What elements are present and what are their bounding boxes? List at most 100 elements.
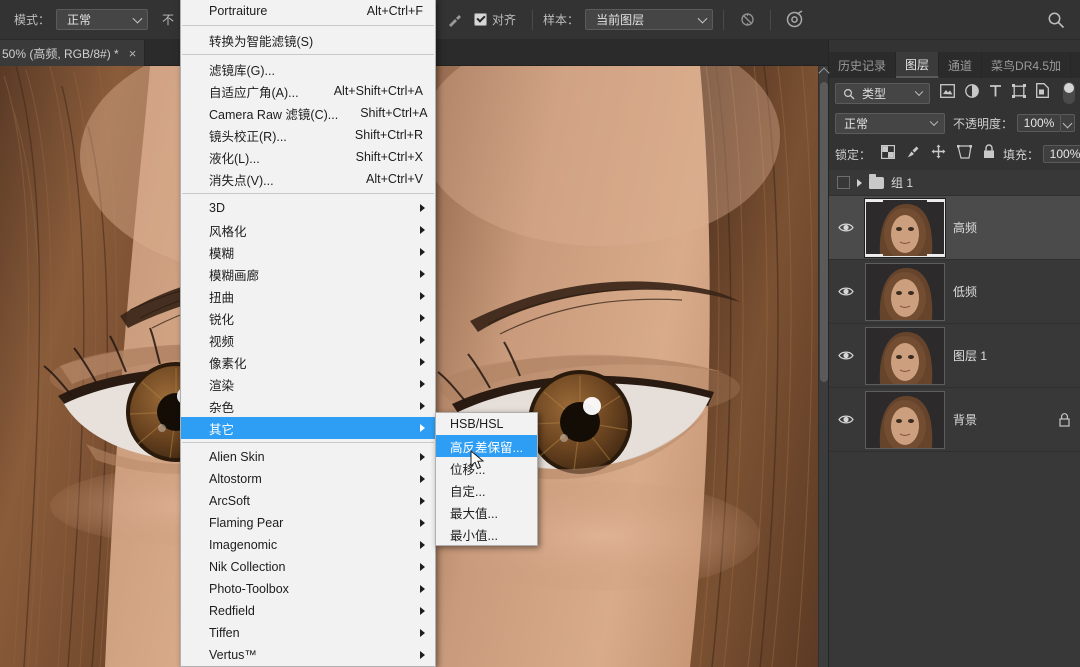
submenu-item-offset[interactable]: 位移...: [436, 457, 537, 479]
opacity-label: 不: [162, 13, 175, 27]
menu-item-liquify[interactable]: 液化(L)... Shift+Ctrl+X: [181, 146, 435, 168]
tab-layers[interactable]: 图层: [896, 52, 940, 78]
filter-menu[interactable]: Portraiture Alt+Ctrl+F 转换为智能滤镜(S) 滤镜库(G)…: [180, 0, 436, 667]
menu-item-adaptive-wide-angle[interactable]: 自适应广角(A)... Alt+Shift+Ctrl+A: [181, 80, 435, 102]
airbrush-target-icon[interactable]: [781, 7, 807, 33]
menu-item-sharpen[interactable]: 锐化: [181, 307, 435, 329]
menu-item-render[interactable]: 渲染: [181, 373, 435, 395]
menu-item-nik-collection[interactable]: Nik Collection: [181, 556, 435, 578]
layer-thumbnail: [865, 262, 945, 321]
tab-plugin-dr45[interactable]: 菜鸟DR4.5加: [982, 52, 1072, 78]
group-visibility-toggle[interactable]: [837, 176, 850, 189]
layer-thumbnail-cell[interactable]: [863, 390, 947, 449]
menu-item-stylize[interactable]: 风格化: [181, 219, 435, 241]
tab-history[interactable]: 历史记录: [829, 52, 897, 78]
layer-thumbnail: [864, 197, 946, 258]
layer-visibility-toggle[interactable]: [829, 414, 863, 425]
layer-group-row[interactable]: 组 1: [829, 170, 1080, 196]
lock-artboard-icon[interactable]: [957, 144, 973, 164]
menu-item-3d[interactable]: 3D: [181, 197, 435, 219]
layer-kind-select[interactable]: 类型: [835, 82, 930, 104]
menu-item-lens-correction[interactable]: 镜头校正(R)... Shift+Ctrl+R: [181, 124, 435, 146]
other-filters-submenu[interactable]: HSB/HSL 高反差保留... 位移... 自定... 最大值... 最小值.…: [435, 412, 538, 546]
layer-thumbnail-cell[interactable]: [863, 197, 947, 258]
menu-item-convert-smart-filter[interactable]: 转换为智能滤镜(S): [181, 29, 435, 51]
tab-channels[interactable]: 通道: [939, 52, 983, 78]
menu-item-filter-gallery[interactable]: 滤镜库(G)...: [181, 58, 435, 80]
menu-item-portraiture[interactable]: Portraiture Alt+Ctrl+F: [181, 0, 435, 22]
menu-item-altostorm[interactable]: Altostorm: [181, 468, 435, 490]
table-row[interactable]: 低频: [829, 260, 1080, 324]
chevron-right-icon[interactable]: [857, 178, 862, 187]
opacity-value[interactable]: 100%: [1017, 114, 1061, 132]
layer-blend-mode-select[interactable]: 正常: [835, 112, 945, 134]
menu-item-alien-skin[interactable]: Alien Skin: [181, 446, 435, 468]
hamburger-icon[interactable]: [1071, 52, 1080, 78]
smart-object-filter-icon[interactable]: [1036, 83, 1049, 103]
menu-item-pixelate[interactable]: 像素化: [181, 351, 435, 373]
table-row[interactable]: 图层 1: [829, 324, 1080, 388]
submenu-item-high-pass[interactable]: 高反差保留...: [436, 435, 537, 457]
menu-item-label: 杂色: [209, 400, 235, 415]
tab-channels-label: 通道: [948, 58, 973, 73]
menu-item-label: 消失点(V)...: [209, 173, 274, 188]
sample-select[interactable]: 当前图层: [585, 9, 714, 30]
menu-item-other[interactable]: 其它: [181, 417, 435, 439]
pixel-layer-filter-icon[interactable]: [940, 83, 955, 103]
menu-item-arcsoft[interactable]: ArcSoft: [181, 490, 435, 512]
menu-item-noise[interactable]: 杂色: [181, 395, 435, 417]
menu-item-label: ArcSoft: [209, 494, 250, 508]
table-row[interactable]: 高频: [829, 196, 1080, 260]
layer-thumbnail-cell[interactable]: [863, 262, 947, 321]
layer-visibility-toggle[interactable]: [829, 222, 863, 233]
layer-visibility-toggle[interactable]: [829, 286, 863, 297]
close-icon[interactable]: ×: [129, 47, 137, 60]
tool-options-bar: 模式： 正常 不 对齐 样本： 当前图层: [0, 0, 1080, 40]
submenu-item-hsb-hsl[interactable]: HSB/HSL: [436, 413, 537, 435]
menu-item-distort[interactable]: 扭曲: [181, 285, 435, 307]
layer-visibility-toggle[interactable]: [829, 350, 863, 361]
layer-thumbnail: [865, 326, 945, 385]
menu-item-label: 模糊画廊: [209, 268, 260, 283]
menu-item-photo-toolbox[interactable]: Photo-Toolbox: [181, 578, 435, 600]
menu-item-tiffen[interactable]: Tiffen: [181, 622, 435, 644]
menu-item-vanishing-point[interactable]: 消失点(V)... Alt+Ctrl+V: [181, 168, 435, 190]
menu-item-redfield[interactable]: Redfield: [181, 600, 435, 622]
table-row[interactable]: 背景: [829, 388, 1080, 452]
adjustment-layer-filter-icon[interactable]: [965, 83, 979, 103]
canvas-vertical-scrollbar[interactable]: [818, 66, 830, 667]
lock-image-icon[interactable]: [906, 145, 920, 164]
mode-select[interactable]: 正常: [56, 9, 149, 30]
submenu-arrow-icon: [420, 519, 425, 527]
ignore-adjustment-layers-icon[interactable]: [734, 7, 760, 33]
submenu-item-label: 最大值...: [450, 506, 498, 521]
shape-layer-filter-icon[interactable]: [1012, 83, 1026, 103]
filter-enable-toggle[interactable]: [1063, 82, 1075, 104]
opacity-stepper-chevron-icon[interactable]: [1061, 114, 1075, 132]
brush-cursor-icon[interactable]: [442, 7, 468, 33]
menu-item-vertus[interactable]: Vertus™: [181, 644, 435, 666]
menu-item-camera-raw-filter[interactable]: Camera Raw 滤镜(C)... Shift+Ctrl+A: [181, 102, 435, 124]
menu-item-imagenomic[interactable]: Imagenomic: [181, 534, 435, 556]
menu-item-video[interactable]: 视频: [181, 329, 435, 351]
scrollbar-thumb[interactable]: [820, 82, 828, 382]
fill-value[interactable]: 100%: [1043, 145, 1080, 163]
type-layer-filter-icon[interactable]: [989, 84, 1002, 103]
document-tab[interactable]: 50% (高频, RGB/8#) * ×: [0, 40, 146, 66]
menu-item-blur-gallery[interactable]: 模糊画廊: [181, 263, 435, 285]
menu-item-label: Tiffen: [209, 626, 240, 640]
submenu-item-maximum[interactable]: 最大值...: [436, 501, 537, 523]
aligned-checkbox[interactable]: [474, 13, 488, 26]
lock-all-icon[interactable]: [983, 144, 995, 164]
menu-item-shortcut: Shift+Ctrl+R: [354, 128, 423, 142]
lock-position-icon[interactable]: [931, 144, 946, 164]
scroll-up-arrow-icon[interactable]: [818, 67, 830, 79]
submenu-item-minimum[interactable]: 最小值...: [436, 523, 537, 545]
search-icon[interactable]: [1044, 8, 1068, 32]
menu-item-label: Nik Collection: [209, 560, 286, 574]
menu-item-blur[interactable]: 模糊: [181, 241, 435, 263]
lock-transparency-icon[interactable]: [881, 144, 896, 164]
submenu-item-custom[interactable]: 自定...: [436, 479, 537, 501]
layer-thumbnail-cell[interactable]: [863, 326, 947, 385]
menu-item-flaming-pear[interactable]: Flaming Pear: [181, 512, 435, 534]
